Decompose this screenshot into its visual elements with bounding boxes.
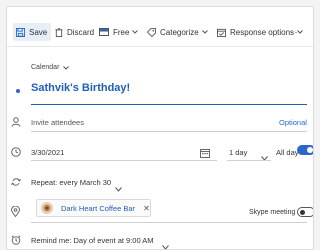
app-window: Save Discard Free Categorize Response op… — [0, 0, 320, 250]
all-day-label: All day — [276, 148, 299, 157]
clock-icon — [11, 147, 21, 157]
skype-meeting-label: Skype meeting — [249, 209, 296, 216]
response-options-label: Response options — [230, 27, 295, 37]
chevron-down-icon — [201, 30, 208, 34]
event-title-input[interactable]: Sathvik's Birthday! — [31, 82, 130, 94]
chevron-down-icon — [132, 30, 139, 34]
show-as-dropdown[interactable]: Free — [99, 23, 139, 41]
more-icon: ··· — [290, 26, 303, 38]
categorize-dropdown[interactable]: Categorize — [147, 23, 208, 41]
calendar-color-dot — [16, 89, 20, 93]
chevron-down-icon — [162, 237, 169, 249]
calendar-label: Calendar — [31, 64, 60, 71]
toolbar: Save Discard Free Categorize Response op… — [7, 7, 313, 47]
save-icon — [16, 27, 25, 37]
repeat-icon — [11, 177, 21, 187]
all-day-toggle[interactable] — [297, 145, 313, 155]
discard-button[interactable]: Discard — [55, 23, 94, 41]
chevron-down-icon — [261, 148, 268, 166]
alarm-icon — [11, 235, 21, 245]
location-chip[interactable]: Dark Heart Coffee Bar ✕ — [36, 199, 151, 217]
free-busy-icon — [99, 28, 109, 36]
attendees-input[interactable]: Invite attendees — [31, 118, 84, 127]
reminder-dropdown[interactable]: Remind me: Day of event at 9:00 AM — [31, 236, 154, 245]
more-options-button[interactable]: ··· — [290, 23, 303, 41]
calendar-check-icon — [217, 28, 226, 37]
categorize-label: Categorize — [160, 27, 199, 37]
duration-underline — [227, 160, 271, 161]
discard-label: Discard — [67, 27, 95, 37]
skype-meeting-toggle[interactable] — [297, 207, 313, 217]
tag-icon — [147, 27, 156, 37]
save-label: Save — [29, 27, 48, 37]
location-name: Dark Heart Coffee Bar — [61, 203, 136, 213]
start-date-input[interactable]: 3/30/2021 — [31, 148, 64, 157]
title-underline — [31, 104, 307, 105]
trash-icon — [55, 27, 63, 37]
save-button[interactable]: Save — [13, 23, 51, 41]
date-underline — [31, 160, 217, 161]
location-pin-icon — [11, 206, 20, 217]
repeat-dropdown[interactable]: Repeat: every March 30 — [31, 178, 111, 187]
chevron-down-icon — [115, 179, 122, 197]
duration-dropdown[interactable]: 1 day — [229, 148, 247, 157]
chevron-down-icon — [63, 65, 70, 70]
free-label: Free — [113, 27, 130, 37]
toggle-knob — [300, 210, 305, 215]
toggle-knob — [307, 147, 313, 153]
attendees-underline — [31, 131, 307, 132]
person-icon — [11, 117, 21, 127]
location-underline — [31, 222, 307, 223]
calendar-selector[interactable]: Calendar — [31, 64, 70, 71]
event-editor: Save Discard Free Categorize Response op… — [6, 6, 314, 250]
location-avatar — [41, 202, 53, 214]
optional-attendees-link[interactable]: Optional — [279, 118, 307, 127]
close-icon[interactable]: ✕ — [143, 204, 150, 213]
